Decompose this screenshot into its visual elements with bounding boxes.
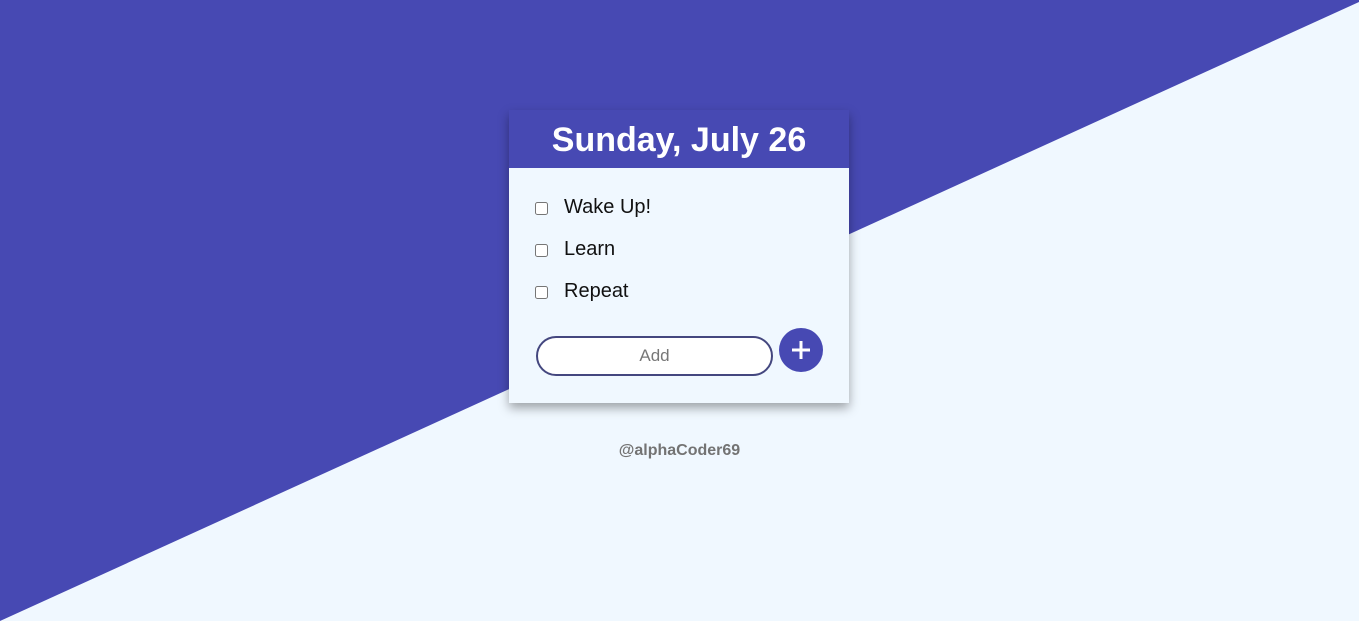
date-title: Sunday, July 26 (551, 120, 807, 159)
author-credit: @alphaCoder69 (618, 442, 741, 459)
task-checkbox[interactable] (535, 201, 548, 215)
task-checkbox[interactable] (535, 243, 548, 257)
task-label: Repeat (564, 279, 629, 302)
card-header: Sunday, July 26 (509, 110, 849, 168)
task-checkbox[interactable] (535, 285, 548, 299)
add-task-button[interactable] (779, 328, 823, 372)
task-item: Wake Up! (535, 186, 651, 228)
task-item: Learn (535, 228, 651, 270)
task-label: Learn (564, 237, 616, 260)
task-item: Repeat (535, 270, 651, 312)
task-label: Wake Up! (564, 195, 652, 218)
plus-icon (792, 341, 810, 359)
task-list: Wake Up! Learn Repeat (535, 186, 651, 312)
add-task-input[interactable] (536, 336, 773, 376)
todo-card: Sunday, July 26 Wake Up! Learn Repeat (509, 110, 849, 403)
